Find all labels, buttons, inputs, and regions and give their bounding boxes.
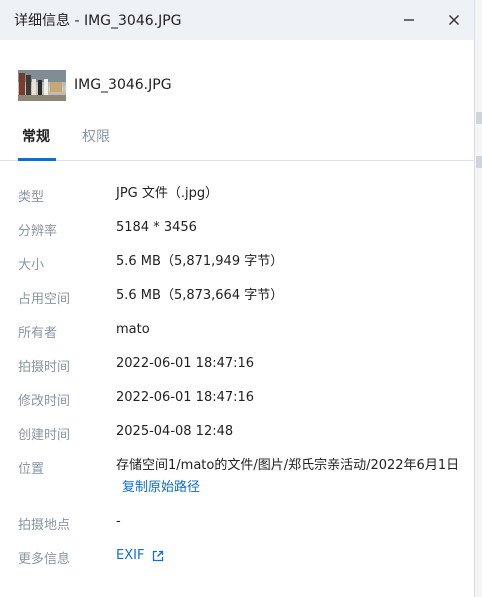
owner-label: 所有者 bbox=[18, 326, 58, 341]
owner-value: mato bbox=[116, 322, 150, 337]
exif-link-text: EXIF bbox=[116, 548, 145, 563]
tab-general[interactable]: 常规 bbox=[22, 126, 50, 146]
close-icon bbox=[449, 15, 459, 25]
location-value-block: 存储空间1/mato的文件/图片/郑氏宗亲活动/2022年6月1日 复制原始路径 bbox=[116, 455, 461, 499]
size-label: 大小 bbox=[18, 258, 45, 273]
type-label: 类型 bbox=[18, 190, 45, 205]
title-bar: 详细信息 - IMG_3046.JPG bbox=[0, 0, 474, 40]
active-tab-indicator bbox=[18, 158, 56, 161]
tab-divider bbox=[0, 160, 474, 161]
file-name: IMG_3046.JPG bbox=[74, 77, 172, 93]
window-title: 详细信息 - IMG_3046.JPG bbox=[14, 13, 182, 29]
details-window: 详细信息 - IMG_3046.JPG IMG_3046.JPG 常规 权限 类… bbox=[0, 0, 475, 597]
tab-bar: 常规 权限 bbox=[0, 118, 474, 162]
background-edge-mark bbox=[476, 156, 482, 168]
location-label: 位置 bbox=[18, 462, 45, 477]
copy-original-path-link[interactable]: 复制原始路径 bbox=[122, 480, 200, 495]
tab-permissions[interactable]: 权限 bbox=[82, 126, 110, 146]
minimize-button[interactable] bbox=[397, 8, 421, 32]
taken-place-value: - bbox=[116, 514, 121, 529]
close-button[interactable] bbox=[442, 8, 466, 32]
exif-link[interactable]: EXIF bbox=[116, 545, 164, 567]
background-edge-mark bbox=[476, 112, 482, 124]
taken-time-value: 2022-06-01 18:47:16 bbox=[116, 356, 255, 371]
external-link-icon bbox=[153, 550, 164, 562]
created-time-value: 2025-04-08 12:48 bbox=[116, 424, 234, 439]
resolution-label: 分辨率 bbox=[18, 224, 58, 239]
created-time-label: 创建时间 bbox=[18, 428, 71, 443]
more-info-value: EXIF bbox=[116, 545, 461, 567]
type-value: JPG 文件（.jpg） bbox=[116, 186, 219, 201]
more-info-label: 更多信息 bbox=[18, 552, 71, 567]
taken-time-label: 拍摄时间 bbox=[18, 360, 71, 375]
resolution-value: 5184 * 3456 bbox=[116, 220, 197, 235]
background-window-edge bbox=[475, 0, 482, 597]
minimize-icon bbox=[404, 19, 414, 21]
disk-usage-value: 5.6 MB（5,873,664 字节） bbox=[116, 288, 284, 303]
location-path: 存储空间1/mato的文件/图片/郑氏宗亲活动/2022年6月1日 bbox=[116, 458, 460, 473]
size-value: 5.6 MB（5,871,949 字节） bbox=[116, 254, 284, 269]
taken-place-label: 拍摄地点 bbox=[18, 518, 71, 533]
modified-time-label: 修改时间 bbox=[18, 394, 71, 409]
modified-time-value: 2022-06-01 18:47:16 bbox=[116, 390, 255, 405]
disk-usage-label: 占用空间 bbox=[18, 292, 71, 307]
file-thumbnail bbox=[18, 70, 66, 101]
